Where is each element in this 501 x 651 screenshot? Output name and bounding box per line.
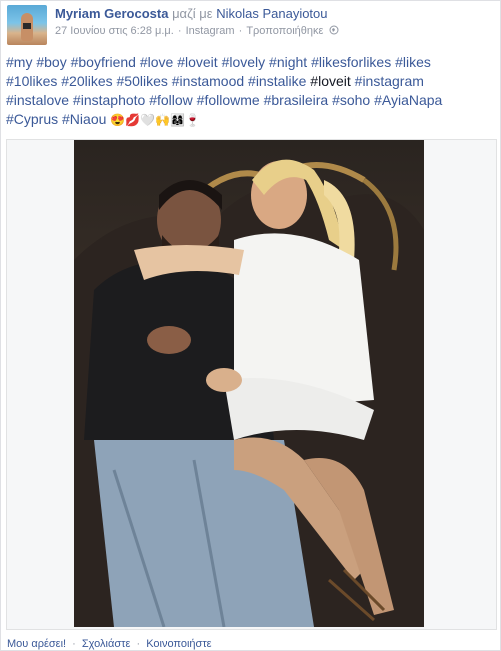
avatar[interactable]	[7, 5, 47, 45]
hashtags-line-3[interactable]: #instalove #instaphoto #follow #followme…	[6, 91, 494, 110]
share-button[interactable]: Κοινοποιήστε	[146, 638, 211, 650]
hashtags-line-1[interactable]: #my #boy #boyfriend #love #loveit #lovel…	[6, 53, 494, 72]
action-separator: ·	[72, 638, 76, 650]
post-meta: 27 Ιουνίου στις 6:28 μ.μ. · Instagram · …	[55, 24, 339, 38]
emoji-row: 😍💋🤍🙌👩‍👩‍👧🍷	[110, 113, 200, 127]
photo-illustration	[74, 159, 424, 627]
post-photo[interactable]	[74, 140, 424, 627]
post-date[interactable]: 27 Ιουνίου στις 6:28 μ.μ.	[55, 25, 174, 37]
like-button[interactable]: Μου αρέσει!	[7, 638, 66, 650]
meta-separator: ·	[177, 25, 182, 37]
tagged-person[interactable]: Nikolas Panayiotou	[216, 6, 327, 21]
hashtags-line-4: #Cyprus #Niaou 😍💋🤍🙌👩‍👩‍👧🍷	[6, 110, 494, 130]
post-actions: Μου αρέσει! · Σχολιάστε · Κοινοποιήστε	[7, 637, 212, 651]
edited-label[interactable]: Τροποποιήθηκε	[246, 25, 323, 37]
hashtags-line-2a[interactable]: #10likes #20likes #50likes #instamood #i…	[6, 73, 310, 89]
hashtag-plain: #loveit	[310, 73, 351, 89]
meta-separator: ·	[238, 25, 243, 37]
post-app[interactable]: Instagram	[186, 25, 235, 37]
post-text: #my #boy #boyfriend #love #loveit #lovel…	[6, 53, 494, 130]
author-name[interactable]: Myriam Gerocosta	[55, 6, 168, 21]
with-text: μαζί με	[172, 6, 213, 21]
photo-container[interactable]	[6, 139, 497, 630]
post-card: Myriam Gerocosta μαζί με Nikolas Panayio…	[0, 0, 501, 651]
hashtags-line-2[interactable]: #10likes #20likes #50likes #instamood #i…	[6, 72, 494, 91]
hashtags-line-4-tags[interactable]: #Cyprus #Niaou	[6, 111, 106, 127]
post-header: Myriam Gerocosta μαζί με Nikolas Panayio…	[55, 5, 328, 22]
avatar-figure-detail	[23, 23, 31, 29]
action-separator: ·	[136, 638, 141, 650]
comment-button[interactable]: Σχολιάστε	[82, 638, 131, 650]
privacy-icon[interactable]	[329, 25, 339, 35]
hashtags-line-2b[interactable]: #instagram	[351, 73, 424, 89]
